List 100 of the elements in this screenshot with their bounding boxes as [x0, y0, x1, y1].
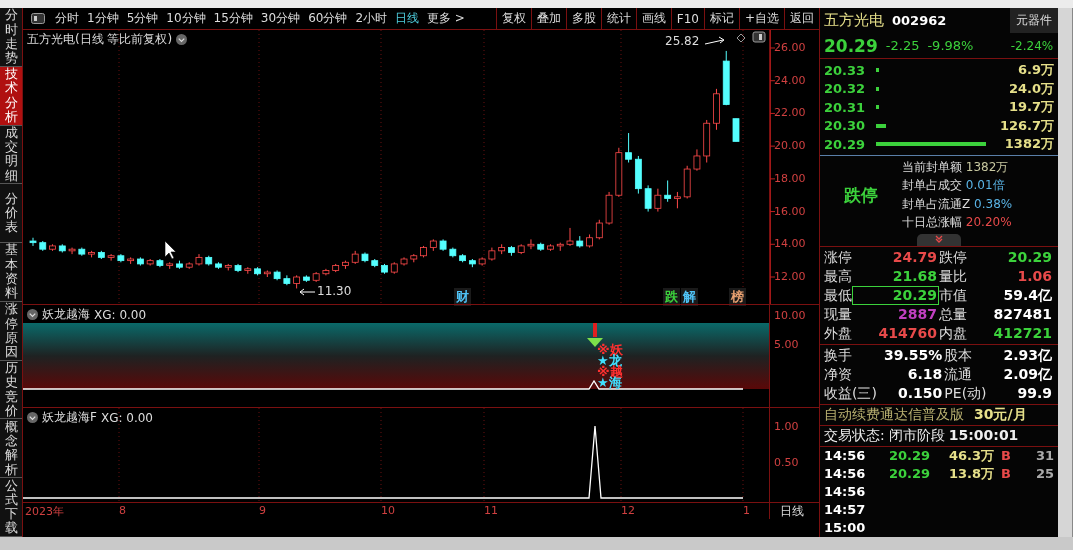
candle: [381, 263, 388, 275]
stat-value: 20.29: [1006, 248, 1053, 267]
candle: [400, 256, 408, 267]
candle: [722, 50, 730, 106]
period-tab[interactable]: 分时: [51, 10, 83, 27]
side-tab[interactable]: 公式下载: [0, 478, 22, 538]
indicator-value: XG: 0.00: [100, 410, 153, 425]
candle: [127, 256, 135, 265]
chevron-down-icon: [934, 234, 944, 245]
period-tab[interactable]: 30分钟: [256, 10, 305, 27]
candle: [410, 253, 418, 263]
bid-price: 20.33: [824, 62, 867, 78]
candle: [176, 260, 183, 270]
status-time: 15:00:01: [948, 427, 1019, 445]
signal-label: ※妖: [597, 344, 623, 356]
dropdown-icon[interactable]: [27, 309, 38, 320]
candle: [293, 274, 301, 289]
bid-price: 20.30: [824, 118, 867, 134]
candle: [303, 274, 310, 283]
candle: [439, 238, 447, 252]
toolbar-button[interactable]: 画线: [635, 8, 671, 29]
volume-bar: [876, 123, 886, 128]
candle: [29, 237, 37, 247]
candle: [586, 234, 593, 249]
candle: [263, 269, 271, 278]
axis-label: 10.00: [774, 309, 806, 322]
toolbar-button[interactable]: 标记: [703, 8, 739, 29]
stock-code: 002962: [892, 13, 947, 29]
dropdown-icon[interactable]: [176, 34, 188, 45]
indicator-name: 妖龙越海F: [42, 409, 97, 426]
percent-change: -9.98%: [927, 38, 974, 54]
candle: [58, 243, 66, 253]
period-tab[interactable]: 5分钟: [122, 10, 163, 27]
candle: [459, 253, 466, 263]
price-change: -2.25: [885, 38, 920, 54]
dropdown-icon[interactable]: [27, 412, 38, 423]
expand-button[interactable]: [917, 234, 961, 246]
arrow-icon: [704, 36, 725, 45]
axis-label: 11: [484, 504, 498, 517]
stat-label: 市值: [939, 286, 967, 305]
toolbar-button[interactable]: +自选: [738, 8, 784, 29]
side-tab[interactable]: 历史竞价: [0, 360, 22, 420]
period-tab[interactable]: 10分钟: [162, 10, 210, 27]
period-tab[interactable]: 15分钟: [209, 10, 257, 27]
candle: [498, 243, 506, 255]
arrow-icon: [299, 288, 316, 296]
toolbar-button[interactable]: 复权: [495, 8, 531, 29]
side-tab[interactable]: 技术分析: [0, 66, 22, 126]
promo-text[interactable]: 自动续费通达信普及版: [824, 406, 964, 424]
period-tab[interactable]: 日线: [391, 10, 424, 27]
toolbar-button[interactable]: 叠加: [530, 8, 566, 29]
stat-value: 2887: [897, 305, 938, 324]
stat-label: 流通: [944, 365, 974, 384]
side-tab[interactable]: 分时走势: [0, 8, 22, 67]
stat-value: 1.06: [1016, 267, 1053, 286]
candle: [508, 245, 515, 257]
candle: [137, 256, 144, 267]
tick-time: 14:56: [824, 447, 867, 465]
side-tab[interactable]: 分价表: [0, 184, 22, 244]
side-tab[interactable]: 基本资料: [0, 243, 22, 302]
last-price: 20.29: [824, 35, 878, 56]
stat-label: 涨停: [824, 248, 852, 267]
promo-price[interactable]: 30元/月: [974, 406, 1027, 424]
period-tab[interactable]: 1分钟: [83, 10, 123, 27]
candle: [234, 263, 242, 273]
candle: [420, 245, 427, 258]
candle: [195, 253, 203, 267]
candle: [215, 261, 222, 270]
tick-time: 14:56: [824, 483, 867, 501]
period-tab[interactable]: 更多 >: [423, 10, 469, 27]
candle: [654, 188, 662, 213]
tick-volume: 46.3万: [947, 447, 994, 465]
toolbar-button[interactable]: 统计: [600, 8, 636, 29]
bid-volume: 24.0万: [1008, 79, 1054, 98]
stat-label: 股本: [944, 346, 974, 365]
bid-volume: 126.7万: [999, 116, 1054, 135]
sector-button[interactable]: 元器件: [1010, 8, 1058, 34]
toolbar-button[interactable]: 多股: [565, 8, 601, 29]
signal-label: ※越: [597, 366, 623, 378]
candle: [488, 247, 496, 262]
axis-label: 14.00: [774, 237, 806, 251]
panel-toggle-icon[interactable]: [31, 13, 45, 24]
candle: [49, 243, 56, 252]
candle: [527, 238, 535, 250]
panel-toggle-icon[interactable]: [752, 31, 766, 43]
stat-label: 外盘: [824, 324, 852, 343]
tick-volume: 13.8万: [947, 465, 994, 483]
candle: [166, 261, 174, 270]
toolbar-button[interactable]: 返回: [784, 8, 819, 29]
candle: [107, 253, 115, 262]
toolbar-button[interactable]: F10: [670, 8, 704, 29]
side-tab[interactable]: 成交明细: [0, 125, 22, 185]
period-tab[interactable]: 2小时: [351, 10, 392, 27]
seal-info: 封单占成交 0.01倍: [902, 177, 1006, 195]
period-tab[interactable]: 60分钟: [304, 10, 352, 27]
side-tab[interactable]: 涨停原因: [0, 301, 22, 361]
candle: [88, 250, 95, 258]
side-tab[interactable]: 概念解析: [0, 419, 22, 479]
limit-status: 跌停: [843, 183, 879, 207]
chart-title: 五方光电(日线 等比前复权): [27, 31, 173, 48]
